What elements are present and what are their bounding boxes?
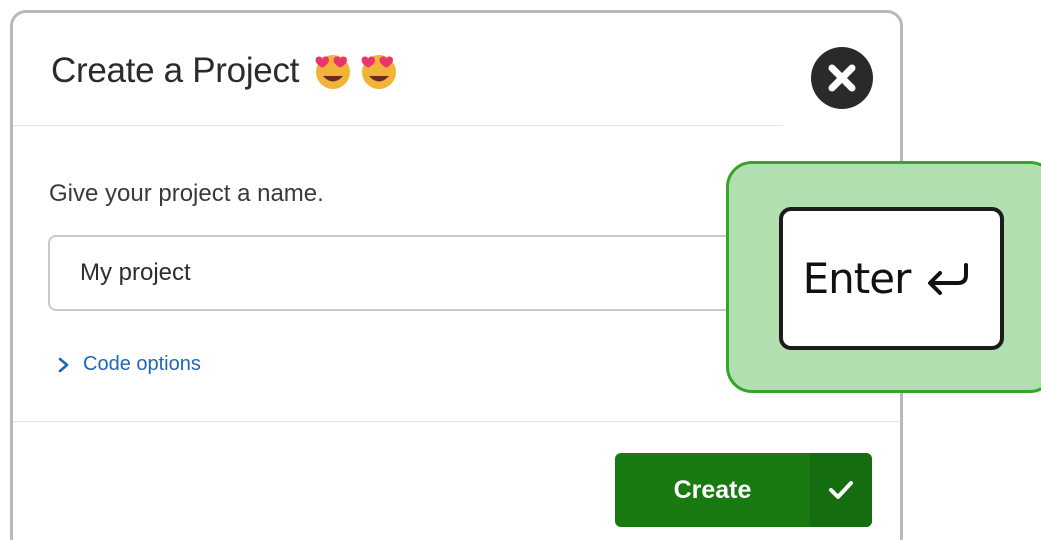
close-button[interactable] <box>811 47 873 109</box>
create-button-label: Create <box>673 475 752 504</box>
return-arrow-icon <box>928 262 969 295</box>
checkmark-icon <box>810 453 872 527</box>
footer-divider <box>13 421 901 422</box>
smiling-face-with-heart-eyes-icon <box>315 55 351 89</box>
screen: Create a Project Give your project a nam… <box>0 0 1041 540</box>
close-icon <box>828 64 856 92</box>
chevron-right-icon <box>58 357 69 372</box>
smiling-face-with-heart-eyes-icon <box>361 55 397 89</box>
enter-key-hint: Enter <box>726 161 1041 393</box>
project-name-prompt: Give your project a name. <box>49 180 324 207</box>
code-options-label: Code options <box>83 353 201 375</box>
dialog-title: Create a Project <box>51 51 399 91</box>
create-button[interactable]: Create <box>615 453 872 527</box>
project-name-input[interactable] <box>48 235 748 311</box>
header-divider <box>13 125 783 126</box>
enter-key-label: Enter <box>802 254 912 303</box>
enter-key: Enter <box>779 207 1004 350</box>
dialog-title-text: Create a Project <box>51 51 300 90</box>
code-options-toggle[interactable]: Code options <box>57 353 201 376</box>
